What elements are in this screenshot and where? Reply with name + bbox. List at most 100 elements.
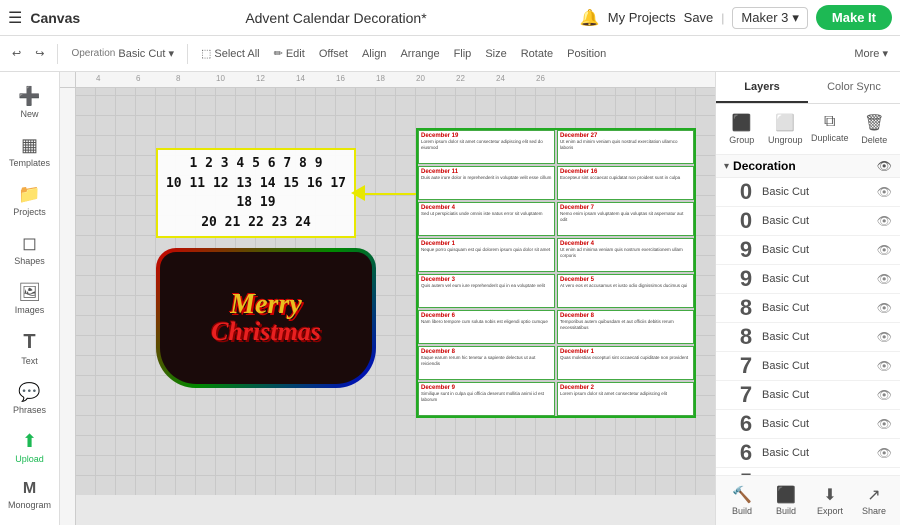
layer-eye-icon[interactable]: 👁 (877, 214, 892, 228)
layer-eye-icon[interactable]: 👁 (877, 417, 892, 431)
canvas-area[interactable]: 4 6 8 10 12 14 16 18 20 22 24 26 1 2 3 4… (60, 72, 715, 525)
layer-eye-icon[interactable]: 👁 (877, 272, 892, 286)
ruler-tick: 16 (336, 74, 345, 83)
doc-cell: December 27 Ut enim ad minim veniam quis… (557, 130, 694, 164)
ruler-tick: 24 (496, 74, 505, 83)
ungroup-button[interactable]: ⬜ Ungroup (765, 110, 804, 148)
layer-number: 9 (736, 239, 756, 261)
layer-name: Basic Cut (762, 215, 871, 227)
layer-item[interactable]: 5 Basic Cut 👁 (716, 468, 900, 475)
document-grid[interactable]: December 19 Lorem ipsum dolor sit amet c… (416, 128, 696, 418)
christmas-text: Christmas (211, 319, 321, 345)
build-button-2[interactable]: ⬛ Build (766, 482, 806, 519)
save-button[interactable]: Save (684, 10, 714, 25)
sidebar-item-projects[interactable]: 📁 Projects (0, 178, 59, 223)
doc-cell: December 6 Nam libero tempore cum soluta… (418, 310, 555, 344)
duplicate-icon: ⧉ (824, 113, 835, 131)
share-button[interactable]: ↗ Share (854, 482, 894, 519)
size-button[interactable]: Size (481, 46, 510, 62)
layer-eye-icon[interactable]: 👁 (877, 330, 892, 344)
layer-eye-icon[interactable]: 👁 (877, 185, 892, 199)
main-layout: ➕ New ▦ Templates 📁 Projects ◻ Shapes 🖼 … (0, 72, 900, 525)
maker-selector[interactable]: Maker 3 ▾ (732, 7, 808, 29)
operation-selector[interactable]: Operation Basic Cut ▾ (67, 45, 178, 62)
tab-color-sync[interactable]: Color Sync (808, 72, 900, 103)
sidebar-item-text[interactable]: T Text (0, 325, 59, 372)
shapes-icon: ◻ (22, 233, 37, 254)
doc-cell: December 8 Temporibus autem quibusdam et… (557, 310, 694, 344)
layer-item[interactable]: 0 Basic Cut 👁 (716, 178, 900, 207)
delete-button[interactable]: 🗑 Delete (855, 110, 894, 148)
upload-icon: ⬆ (22, 431, 37, 452)
phrases-icon: 💬 (18, 382, 40, 403)
number-text: 1 2 3 4 5 6 7 8 9 10 11 12 13 14 15 16 1… (158, 154, 354, 232)
ruler-tick: 20 (416, 74, 425, 83)
download-icon: ⬇ (823, 485, 836, 505)
ruler-tick: 12 (256, 74, 265, 83)
layer-item[interactable]: 8 Basic Cut 👁 (716, 323, 900, 352)
menu-icon[interactable]: ☰ (8, 8, 22, 28)
arrange-button[interactable]: Arrange (396, 46, 443, 62)
layer-eye-icon[interactable]: 👁 (877, 359, 892, 373)
duplicate-button[interactable]: ⧉ Duplicate (809, 110, 851, 148)
layer-item[interactable]: 0 Basic Cut 👁 (716, 207, 900, 236)
undo-button[interactable]: ↩ (8, 45, 25, 62)
layer-number: 8 (736, 326, 756, 348)
layer-number: 0 (736, 210, 756, 232)
my-projects-link[interactable]: My Projects (608, 10, 676, 25)
position-button[interactable]: Position (563, 46, 610, 62)
flip-button[interactable]: Flip (450, 46, 476, 62)
sidebar-item-phrases[interactable]: 💬 Phrases (0, 376, 59, 421)
doc-cell: December 19 Lorem ipsum dolor sit amet c… (418, 130, 555, 164)
number-box[interactable]: 1 2 3 4 5 6 7 8 9 10 11 12 13 14 15 16 1… (156, 148, 356, 238)
merry-christmas-element[interactable]: Merry Christmas (156, 248, 376, 388)
layer-item[interactable]: 7 Basic Cut 👁 (716, 381, 900, 410)
build-button-1[interactable]: 🔨 Build (722, 482, 762, 519)
right-panel: Layers Color Sync ⬛ Group ⬜ Ungroup ⧉ Du… (715, 72, 900, 525)
align-button[interactable]: Align (358, 46, 390, 62)
layer-item[interactable]: 7 Basic Cut 👁 (716, 352, 900, 381)
layer-name: Basic Cut (762, 447, 871, 459)
layer-item[interactable]: 9 Basic Cut 👁 (716, 265, 900, 294)
redo-button[interactable]: ↪ (31, 45, 48, 62)
layer-eye-icon[interactable]: 👁 (877, 446, 892, 460)
canvas-content[interactable]: 1 2 3 4 5 6 7 8 9 10 11 12 13 14 15 16 1… (76, 88, 715, 495)
layer-number: 0 (736, 181, 756, 203)
layer-group-decoration[interactable]: ▾ Decoration 👁 (716, 155, 900, 178)
layer-item[interactable]: 9 Basic Cut 👁 (716, 236, 900, 265)
text-icon: T (23, 331, 35, 354)
group-eye-icon[interactable]: 👁 (877, 159, 892, 173)
sidebar-item-shapes[interactable]: ◻ Shapes (0, 227, 59, 272)
layer-item[interactable]: 6 Basic Cut 👁 (716, 410, 900, 439)
rotate-button[interactable]: Rotate (517, 46, 557, 62)
doc-cell: December 1 Quas molestias excepturi sint… (557, 346, 694, 380)
group-button[interactable]: ⬛ Group (722, 110, 761, 148)
make-it-button[interactable]: Make It (816, 5, 892, 30)
select-all-button[interactable]: ⬚ Select All (197, 45, 264, 62)
left-sidebar: ➕ New ▦ Templates 📁 Projects ◻ Shapes 🖼 … (0, 72, 60, 525)
layer-eye-icon[interactable]: 👁 (877, 301, 892, 315)
layer-item[interactable]: 8 Basic Cut 👁 (716, 294, 900, 323)
layer-item[interactable]: 6 Basic Cut 👁 (716, 439, 900, 468)
bell-icon[interactable]: 🔔 (580, 8, 600, 28)
monogram-icon: M (23, 480, 36, 498)
layer-list: ▾ Decoration 👁 0 Basic Cut 👁 0 Basic Cut… (716, 155, 900, 475)
offset-button[interactable]: Offset (315, 46, 352, 62)
sidebar-item-upload[interactable]: ⬆ Upload (0, 425, 59, 470)
layer-eye-icon[interactable]: 👁 (877, 388, 892, 402)
download-button[interactable]: ⬇ Export (810, 482, 850, 519)
layer-number: 6 (736, 413, 756, 435)
sidebar-item-monogram[interactable]: M Monogram (0, 474, 59, 516)
sidebar-item-new[interactable]: ➕ New (0, 80, 59, 125)
doc-cell: December 4 Sed ut perspiciatis unde omni… (418, 202, 555, 236)
sidebar-item-templates[interactable]: ▦ Templates (0, 129, 59, 174)
doc-cell: December 2 Lorem ipsum dolor sit amet co… (557, 382, 694, 416)
ruler-tick: 18 (376, 74, 385, 83)
divider: | (721, 11, 724, 25)
tab-layers[interactable]: Layers (716, 72, 808, 103)
layer-eye-icon[interactable]: 👁 (877, 243, 892, 257)
edit-button[interactable]: ✏ Edit (270, 45, 309, 62)
sidebar-item-images[interactable]: 🖼 Images (0, 276, 59, 321)
more-button[interactable]: More ▾ (850, 45, 892, 62)
top-bar: ☰ Canvas Advent Calendar Decoration* 🔔 M… (0, 0, 900, 36)
